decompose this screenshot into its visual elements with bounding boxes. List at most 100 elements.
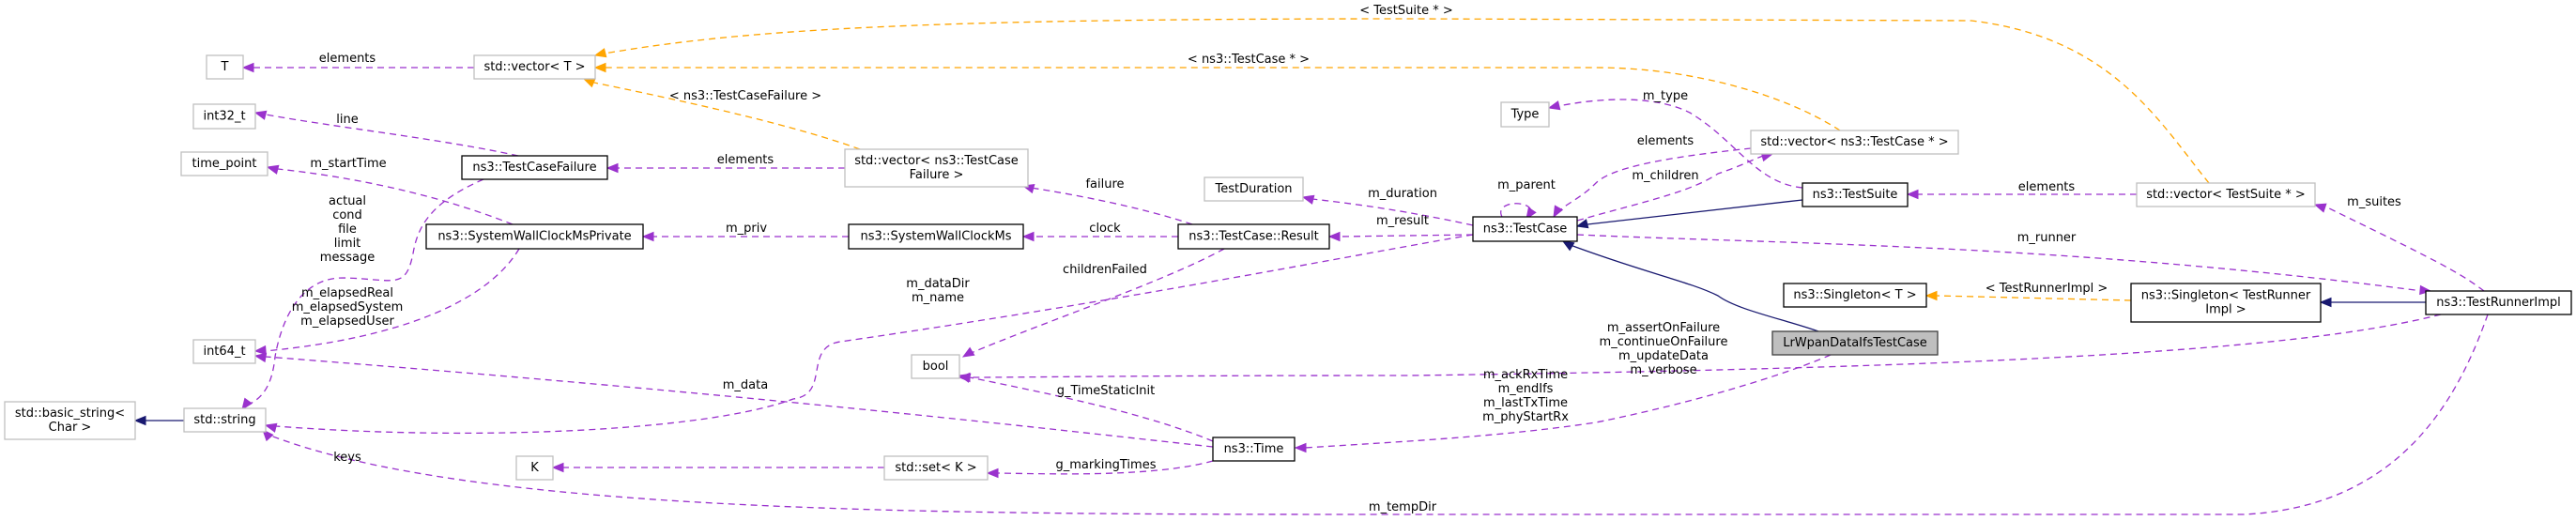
edge-label: < TestSuite * > — [1359, 4, 1452, 18]
edge-label: childrenFailed — [1063, 263, 1147, 277]
edge-label-line: m_type — [1643, 89, 1688, 103]
edge-label: m_startTime — [310, 157, 386, 171]
node-vects[interactable]: std::vector< TestSuite * > — [2136, 182, 2316, 207]
node-label: ns3::Time — [1224, 442, 1284, 456]
edge-testcase-to-vectc — [1576, 151, 1774, 222]
edge-label: m_elapsedReal m_elapsedSystem m_elapsedUse… — [292, 286, 404, 329]
edge-label-line: limit — [334, 237, 361, 251]
usage-edge-line — [2324, 206, 2485, 292]
node-string[interactable]: std::string — [183, 407, 267, 433]
node-vecfailure[interactable]: std::vector< ns3::TestCaseFailure > — [844, 148, 1029, 188]
usage-edge-line — [265, 114, 519, 157]
node-testcase[interactable]: ns3::TestCase — [1472, 216, 1578, 242]
node-singletonTR[interactable]: ns3::Singleton< TestRunnerImpl > — [2130, 283, 2322, 323]
node-label: bool — [923, 360, 949, 374]
edge-runner-to-string — [262, 314, 2489, 515]
node-T[interactable]: T — [206, 54, 244, 80]
edge-label-line: m_priv — [726, 222, 767, 236]
edge-label: elements — [1637, 134, 1694, 148]
edge-label: m_suites — [2347, 195, 2401, 209]
node-int64[interactable]: int64_t — [192, 339, 256, 364]
edge-label: elements — [2018, 180, 2076, 194]
edge-label-line: < TestRunnerImpl > — [1986, 282, 2108, 296]
node-timepoint[interactable]: time_point — [180, 151, 268, 176]
edge-label: elements — [319, 52, 376, 66]
edge-label: m_runner — [2017, 231, 2077, 245]
edge-label-line: m_phyStartRx — [1482, 410, 1569, 424]
edge-label-line: < ns3::TestCaseFailure > — [669, 89, 821, 103]
node-vectc[interactable]: std::vector< ns3::TestCase * > — [1750, 130, 1959, 155]
node-int32[interactable]: int32_t — [192, 103, 256, 130]
edge-label: g_TimeStaticInit — [1057, 384, 1156, 398]
arrowhead-icon — [241, 62, 254, 73]
arrowhead-icon — [582, 78, 596, 88]
edge-label-line: m_tempDir — [1369, 500, 1437, 514]
node-result[interactable]: ns3::TestCase::Result — [1177, 223, 1330, 250]
node-label: ns3::TestSuite — [1813, 188, 1898, 202]
node-label: int32_t — [203, 110, 245, 124]
arrowhead-icon — [266, 164, 280, 175]
node-setK[interactable]: std::set< K > — [883, 455, 989, 481]
edge-label-line: < ns3::TestCase * > — [1188, 53, 1310, 67]
node-label: std::set< K > — [895, 461, 976, 475]
edge-setK-to-K — [551, 462, 884, 473]
arrowhead-icon — [253, 352, 268, 363]
node-label: Failure > — [910, 168, 964, 182]
arrowhead-icon — [1301, 194, 1315, 205]
node-K[interactable]: K — [515, 455, 554, 481]
usage-edge-line — [265, 356, 1214, 448]
node-label: Type — [1510, 108, 1540, 122]
node-runner[interactable]: ns3::TestRunnerImpl — [2425, 290, 2572, 315]
edge-label-line: actual — [329, 194, 366, 208]
arrowhead-icon — [133, 415, 146, 426]
edge-label: m_dataDir m_name — [906, 277, 970, 305]
edge-label-line: cond — [332, 208, 362, 222]
arrowhead-icon — [986, 467, 999, 479]
arrowhead-icon — [253, 110, 268, 120]
template-edge-line — [1936, 295, 2132, 301]
node-label: ns3::SystemWallClockMsPrivate — [437, 230, 631, 244]
node-basicstring[interactable]: std::basic_string<Char > — [4, 401, 136, 440]
edge-label-line: g_markingTimes — [1056, 458, 1157, 472]
edge-label-line: line — [336, 113, 358, 127]
edges-layer — [133, 18, 2489, 515]
node-label: ns3::Singleton< T > — [1793, 288, 1916, 302]
edge-label: m_data — [723, 378, 768, 392]
edge-label-line: m_suites — [2347, 195, 2401, 209]
arrowhead-icon — [593, 48, 607, 58]
node-duration[interactable]: TestDuration — [1204, 176, 1304, 202]
node-label: std::basic_string< — [15, 406, 125, 421]
edge-label-line: elements — [717, 153, 774, 167]
edge-testsuite-to-testcase — [1575, 199, 1803, 229]
arrowhead-icon — [1021, 231, 1035, 242]
edge-label-line: m_verbose — [1630, 363, 1696, 377]
node-label: LrWpanDataIfsTestCase — [1783, 336, 1927, 350]
edge-label-line: failure — [1085, 177, 1124, 192]
arrowhead-icon — [961, 346, 975, 358]
edge-label: m_ackRxTime m_endIfs m_lastTxTime m_phyStar… — [1482, 368, 1569, 424]
node-time[interactable]: ns3::Time — [1212, 437, 1296, 462]
usage-edge-line — [265, 314, 2489, 515]
arrowhead-icon — [551, 462, 564, 473]
edge-label: m_priv — [726, 222, 767, 236]
edge-label: m_duration — [1368, 187, 1437, 201]
node-type[interactable]: Type — [1500, 101, 1550, 128]
node-lrwpan[interactable]: LrWpanDataIfsTestCase — [1771, 330, 1939, 356]
node-swcm[interactable]: ns3::SystemWallClockMs — [848, 223, 1024, 250]
node-singletonT[interactable]: ns3::Singleton< T > — [1783, 283, 1927, 308]
edge-label-line: m_elapsedSystem — [292, 300, 404, 314]
edge-label: m_tempDir — [1369, 500, 1437, 514]
node-label: ns3::TestRunnerImpl — [2436, 296, 2561, 310]
edge-label-line: m_assertOnFailure — [1607, 321, 1720, 335]
node-swcmp[interactable]: ns3::SystemWallClockMsPrivate — [425, 223, 644, 250]
arrowhead-icon — [1553, 205, 1564, 219]
edge-label-line: keys — [333, 451, 361, 465]
node-bool[interactable]: bool — [911, 354, 960, 379]
node-testsuite[interactable]: ns3::TestSuite — [1802, 182, 1909, 207]
node-tcfailure[interactable]: ns3::TestCaseFailure — [461, 155, 608, 180]
arrowhead-icon — [1561, 240, 1575, 252]
node-vectorT[interactable]: std::vector< T > — [473, 54, 596, 80]
node-label: K — [530, 461, 539, 475]
arrowhead-icon — [593, 62, 606, 73]
edge-label: actual cond file limit message — [320, 194, 375, 265]
